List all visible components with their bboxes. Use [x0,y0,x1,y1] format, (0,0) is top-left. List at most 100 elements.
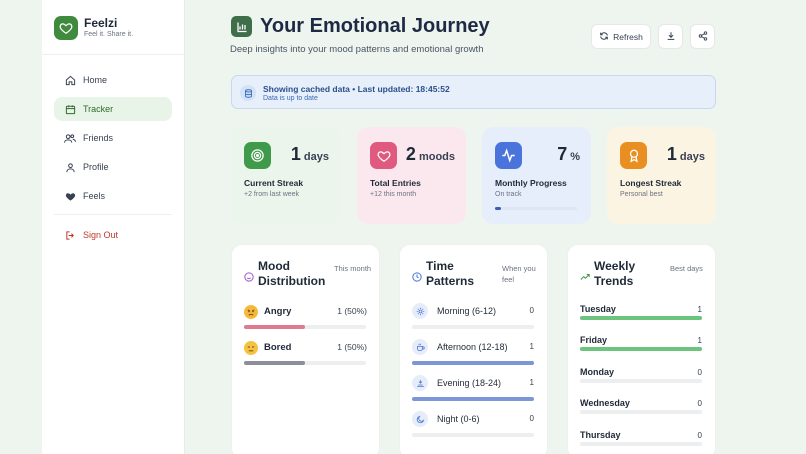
stat-label: Current Streak [244,178,304,188]
time-name: Evening (18-24) [437,378,502,388]
stat-sub: On track [495,191,522,198]
refresh-icon [599,31,609,43]
sidebar-item-profile[interactable]: Profile [54,155,172,179]
day-name: Wednesday [580,398,630,408]
stat-card-current-streak: 1 days Current Streak +2 from last week [231,127,340,224]
refresh-button[interactable]: Refresh [591,24,651,49]
sidebar: Feelzi Feel it. Share it. Home Tracker F… [42,0,185,454]
sidebar-item-label: Profile [83,162,109,172]
day-count: 1 [697,305,702,314]
main-content: Your Emotional Journey Deep insights int… [185,0,806,454]
time-count: 0 [529,414,534,423]
download-icon [666,31,676,43]
day-count: 0 [697,399,702,408]
stat-sub: +2 from last week [244,191,300,198]
sidebar-item-feels[interactable]: Feels [54,184,172,208]
time-bar [412,433,534,437]
time-count: 1 [529,378,534,387]
sidebar-nav: Home Tracker Friends Profile Feels Sign … [54,68,172,252]
clock-icon [412,269,422,282]
stat-sub: +12 this month [370,191,417,198]
download-button[interactable] [658,24,683,49]
day-bar [580,379,702,383]
users-icon [64,132,76,144]
cache-status-banner: Showing cached data • Last updated: 18:4… [231,75,716,109]
page-title: Your Emotional Journey [260,15,490,37]
divider [42,54,184,55]
moon-icon [412,411,428,427]
time-name: Afternoon (12-18) [437,342,508,352]
panel-note: This month [334,264,372,273]
stat-unit: days [303,151,329,163]
bar-fill [412,361,534,365]
mood-name: Angry [264,306,292,317]
coffee-icon [412,339,428,355]
stat-sub: Personal best [620,191,663,198]
day-count: 0 [697,368,702,377]
time-patterns-panel: Time Patterns When you feel Morning (6-1… [399,244,548,454]
award-icon [620,142,647,169]
divider [54,214,172,215]
day-count: 1 [697,336,702,345]
user-icon [64,161,76,173]
stat-value: 1 [666,144,677,164]
activity-icon [495,142,522,169]
brand-name: Feelzi [84,16,118,30]
time-count: 0 [529,306,534,315]
mood-name: Bored [264,342,292,353]
stat-label: Monthly Progress [495,178,567,188]
banner-sub: Data is up to date [263,95,318,102]
panel-title: Time Patterns [426,259,475,288]
sign-out-label: Sign Out [83,230,119,240]
heart-icon [54,16,78,40]
panel-note: When you feel [502,264,536,284]
sidebar-item-friends[interactable]: Friends [54,126,172,150]
day-name: Tuesday [580,304,616,314]
smile-icon [244,269,254,282]
database-icon [240,85,256,101]
sidebar-item-home[interactable]: Home [54,68,172,92]
time-bar [412,397,534,401]
mood-bar [244,361,366,365]
angry-emoji-icon [244,305,258,319]
trending-up-icon [580,269,590,280]
stat-card-monthly-progress: 7% Monthly Progress On track [482,127,591,224]
panel-note: Best days [670,264,703,273]
page-subtitle: Deep insights into your mood patterns an… [230,44,484,55]
bored-emoji-icon [244,341,258,355]
bar-fill [412,397,534,401]
share-button[interactable] [690,24,715,49]
calendar-icon [64,103,76,115]
day-bar [580,316,702,320]
day-name: Monday [580,367,615,377]
stat-unit: moods [418,151,455,163]
sign-out-button[interactable]: Sign Out [54,223,172,247]
bar-chart-icon [231,16,252,37]
sunset-icon [412,375,428,391]
brand[interactable]: Feelzi Feel it. Share it. [54,16,133,40]
heart-icon [64,190,76,202]
day-name: Thursday [580,430,621,440]
banner-message: Showing cached data • Last updated: 18:4… [263,84,450,94]
refresh-label: Refresh [613,31,643,42]
sidebar-item-label: Home [83,75,108,85]
mood-bar [244,325,366,329]
time-count: 1 [529,342,534,351]
bar-fill [580,347,702,351]
home-icon [64,74,76,86]
stat-label: Total Entries [370,178,421,188]
share-icon [698,30,708,43]
stat-value: 7 [557,144,568,164]
time-bar [412,361,534,365]
stat-card-total-entries: 2 moods Total Entries +12 this month [357,127,466,224]
bar-fill [244,361,305,365]
page-margin [0,0,42,454]
mood-count: 1 (50%) [337,342,367,352]
weekly-trends-panel: Weekly Trends Best days Tuesday 1 Friday… [567,244,716,454]
sidebar-item-label: Friends [83,133,114,143]
stat-value: 1 [290,144,301,164]
day-count: 0 [697,431,702,440]
monthly-progress-bar [495,207,577,210]
sidebar-item-tracker[interactable]: Tracker [54,97,172,121]
stat-unit: % [570,151,580,163]
